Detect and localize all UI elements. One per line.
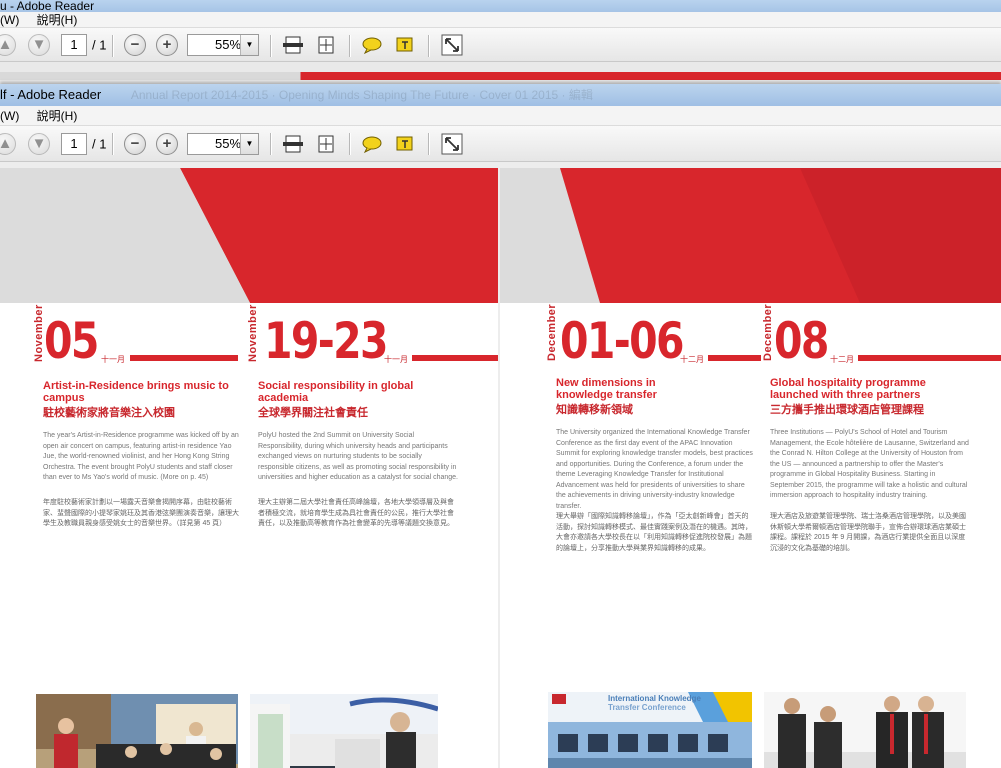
- next-page-icon[interactable]: ▼: [28, 33, 50, 56]
- event-month-label: December: [546, 303, 558, 361]
- event-body: The year's Artist-in-Residence programme…: [43, 432, 239, 481]
- zoom-in-icon[interactable]: +: [156, 33, 178, 56]
- zoom-out-icon[interactable]: −: [124, 132, 146, 155]
- event-rule: [412, 355, 498, 361]
- zoom-in-icon[interactable]: +: [156, 132, 178, 155]
- event-month-label: November: [247, 304, 259, 362]
- document-view[interactable]: November 05 十一月 Artist-in-Residence brin…: [0, 168, 1001, 768]
- fit-width-icon[interactable]: [282, 133, 304, 155]
- page-number-input[interactable]: 1: [61, 132, 87, 155]
- front-reader-window: lf - Adobe Reader Annual Report 2014-201…: [0, 84, 1001, 768]
- event-body: The University organized the Internation…: [556, 429, 753, 510]
- back-zoom-select[interactable]: 55% ▼: [187, 33, 259, 56]
- event-body-cn: 理大主辦第二屆大學社會責任高峰論壇，各地大學領導層及與會者積極交流，就培育學生成…: [258, 499, 454, 527]
- zoom-value: 55%: [214, 135, 242, 151]
- toolbar-separator: [428, 35, 429, 57]
- back-document-edge: [0, 72, 1001, 80]
- toolbar-separator: [428, 133, 429, 155]
- toolbar-separator: [270, 35, 271, 57]
- event-body-cn: 理大舉辦「國際知識轉移論壇」，作為「亞太創新峰會」首天的活動，探討知識轉移模式、…: [556, 513, 752, 552]
- back-menu-bar: (W) 說明(H): [0, 12, 1001, 28]
- next-page-icon[interactable]: ▼: [28, 132, 50, 155]
- event-rule: [858, 355, 1001, 361]
- toolbar-separator: [270, 133, 271, 155]
- comment-icon[interactable]: [361, 34, 383, 56]
- back-page-total: / 1: [92, 37, 107, 52]
- front-window-title: lf - Adobe Reader: [0, 87, 102, 102]
- toolbar-separator: [349, 133, 350, 155]
- conference-banner-title: International Knowledge Transfer Confere…: [608, 694, 701, 712]
- event-title: Social responsibility in global academia: [258, 380, 414, 404]
- front-menu-window[interactable]: (W): [0, 109, 19, 123]
- fullscreen-icon[interactable]: [441, 34, 463, 56]
- back-toolbar: ▲ ▼ 1 / 1 − + 55% ▼: [0, 28, 1001, 62]
- back-window-title: u - Adobe Reader: [0, 0, 95, 12]
- event-title-cn: 知識轉移新領域: [556, 404, 633, 416]
- comment-icon[interactable]: [361, 133, 383, 155]
- page-header-graphic: [0, 168, 498, 303]
- conference-banner-title-text: International Knowledge: [608, 694, 701, 703]
- page-header-graphic: [500, 168, 1001, 303]
- event-title: Artist-in-Residence brings music to camp…: [43, 380, 229, 404]
- event-title: Global hospitality programme launched wi…: [770, 377, 926, 401]
- fit-page-icon[interactable]: [315, 34, 337, 56]
- front-toolbar: ▲ ▼ 1 / 1 − + 55% ▼: [0, 126, 1001, 162]
- event-date-cn: 十一月: [101, 355, 125, 364]
- highlight-icon[interactable]: [394, 34, 416, 56]
- zoom-out-icon[interactable]: −: [124, 33, 146, 56]
- front-menu-help[interactable]: 說明(H): [37, 109, 78, 123]
- toolbar-separator: [112, 35, 113, 57]
- zoom-select[interactable]: 55% ▼: [187, 132, 259, 155]
- page-total: / 1: [92, 136, 107, 151]
- partnership-signing-photo: [764, 692, 966, 768]
- front-window-ghost-title: Annual Report 2014-2015 · Opening Minds …: [130, 88, 593, 102]
- front-title-bar[interactable]: lf - Adobe Reader Annual Report 2014-201…: [0, 84, 1001, 106]
- event-date-cn: 十二月: [680, 355, 704, 364]
- highlight-icon[interactable]: [394, 133, 416, 155]
- event-date: 19-23: [264, 312, 389, 370]
- conference-banner-subtitle-text: Transfer Conference: [608, 703, 686, 712]
- toolbar-separator: [112, 133, 113, 155]
- event-date: 08: [774, 312, 829, 370]
- event-date-cn: 十一月: [384, 355, 408, 364]
- concert-photo: [36, 694, 238, 768]
- event-date-cn: 十二月: [830, 355, 854, 364]
- back-zoom-value: 55%: [214, 36, 242, 52]
- event-body-cn: 理大酒店及旅遊業管理學院、瑞士洛桑酒店管理學院，以及美國休斯頓大學希爾頓酒店管理…: [770, 513, 966, 552]
- document-page-left: November 05 十一月 Artist-in-Residence brin…: [0, 168, 498, 768]
- back-title-bar[interactable]: u - Adobe Reader: [0, 0, 1001, 12]
- event-title-cn: 全球學界關注社會責任: [258, 407, 368, 419]
- back-page-number-input[interactable]: 1: [61, 33, 87, 56]
- chevron-down-icon[interactable]: ▼: [240, 133, 258, 154]
- back-menu-help[interactable]: 說明(H): [37, 13, 78, 27]
- front-menu-bar: (W) 說明(H): [0, 106, 1001, 126]
- event-body-cn: 年度駐校藝術家計劃以一場露天音樂會揭開序幕，由駐校藝術家、蜚聲國際的小提琴家姚珏…: [43, 499, 239, 527]
- event-body: PolyU hosted the 2nd Summit on Universit…: [258, 432, 459, 481]
- event-body: Three Institutions — PolyU's School of H…: [770, 429, 969, 499]
- event-title-cn: 駐校藝術家將音樂注入校園: [43, 407, 175, 419]
- chevron-down-icon[interactable]: ▼: [240, 34, 258, 55]
- conference-photo-collage: International Knowledge Transfer Confere…: [548, 692, 752, 768]
- prev-page-icon[interactable]: ▲: [0, 33, 16, 56]
- fit-width-icon[interactable]: [282, 34, 304, 56]
- event-title-cn: 三方攜手推出環球酒店管理課程: [770, 404, 924, 416]
- back-reader-window: u - Adobe Reader (W) 說明(H) ▲ ▼ 1 / 1 − +…: [0, 0, 1001, 90]
- event-title: New dimensions in knowledge transfer: [556, 377, 657, 401]
- prev-page-icon[interactable]: ▲: [0, 132, 16, 155]
- event-date: 05: [44, 312, 99, 370]
- event-month-label: December: [762, 303, 774, 361]
- back-menu-window[interactable]: (W): [0, 13, 19, 27]
- event-rule: [708, 355, 761, 361]
- fullscreen-icon[interactable]: [441, 133, 463, 155]
- fit-page-icon[interactable]: [315, 133, 337, 155]
- event-date: 01-06: [560, 312, 685, 370]
- event-rule: [130, 355, 238, 361]
- toolbar-separator: [349, 35, 350, 57]
- summit-speaker-photo: [250, 694, 438, 768]
- document-page-right: December 01-06 十二月 New dimensions in kno…: [500, 168, 1001, 768]
